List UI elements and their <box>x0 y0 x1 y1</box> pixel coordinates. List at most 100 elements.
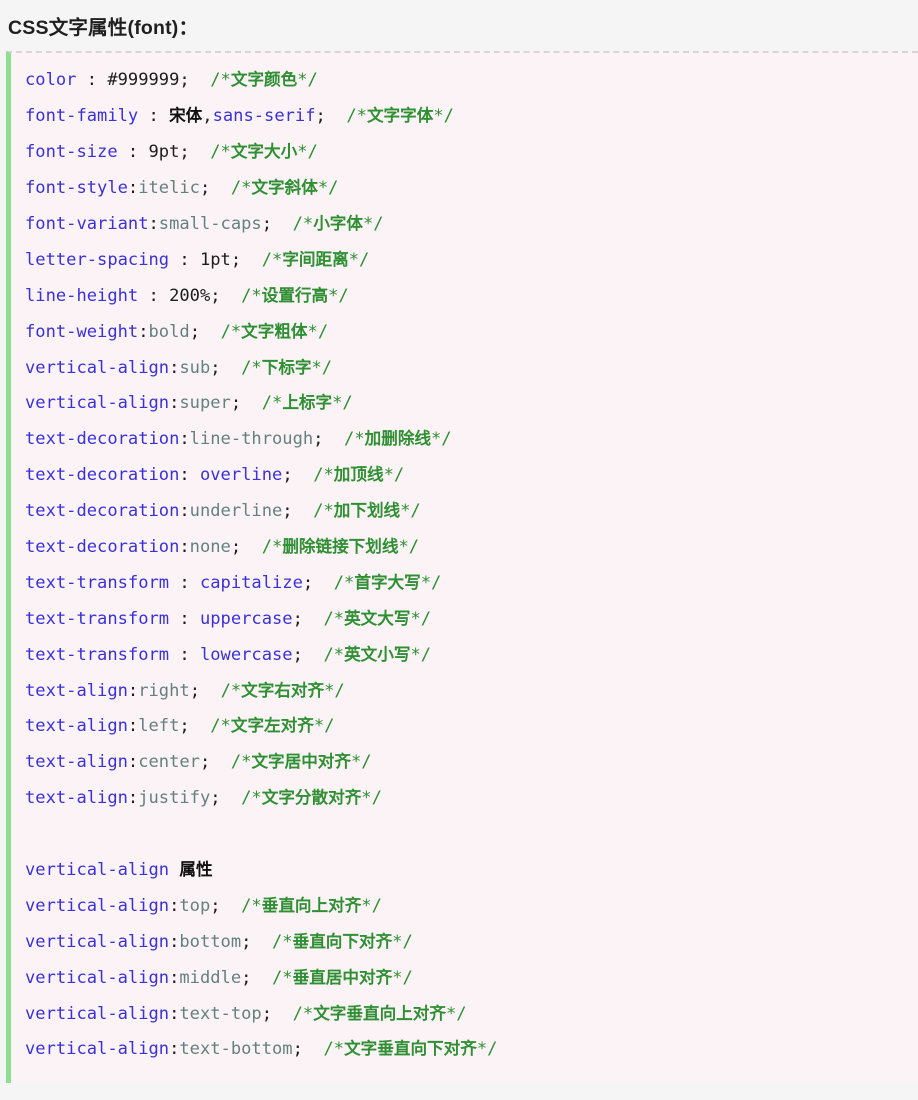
code-line: font-style:itelic; /*文字斜体*/ <box>25 170 918 206</box>
css-terminator: ; <box>241 931 252 952</box>
css-value: overline <box>199 465 283 486</box>
css-separator: : <box>117 142 149 163</box>
css-terminator: ; <box>179 142 190 163</box>
css-comment: /*英文大写*/ <box>302 608 432 629</box>
css-value: bold <box>148 321 190 342</box>
css-property: vertical-align <box>25 393 170 414</box>
css-separator <box>169 860 179 880</box>
css-value: uppercase <box>199 608 293 629</box>
css-terminator: ; <box>230 393 242 414</box>
css-separator: : <box>138 106 170 127</box>
section-heading-cjk: 属性 <box>179 859 213 879</box>
css-value: 1pt <box>199 249 231 270</box>
css-separator: : <box>138 285 170 306</box>
css-terminator: ; <box>261 213 273 234</box>
css-comment: /*上标字*/ <box>241 393 353 414</box>
code-line: text-transform : uppercase; /*英文大写*/ <box>25 601 918 637</box>
code-line: vertical-align:bottom; /*垂直向下对齐*/ <box>25 924 918 960</box>
css-property: font-size <box>25 142 118 163</box>
css-comment: /*文字垂直向上对齐*/ <box>272 1003 467 1024</box>
css-property: text-decoration <box>25 501 180 522</box>
css-terminator: ; <box>179 716 190 737</box>
css-property: vertical-align <box>25 859 170 880</box>
css-terminator: ; <box>315 106 326 127</box>
css-terminator: ; <box>179 70 190 91</box>
css-property: text-align <box>25 680 128 701</box>
css-separator: : <box>169 895 180 916</box>
css-terminator: ; <box>189 321 200 342</box>
css-comment: /*英文小写*/ <box>302 644 432 665</box>
css-value: sub <box>179 357 211 378</box>
page-root: CSS文字属性(font)： color : #999999; /*文字颜色*/… <box>0 0 918 1100</box>
css-value: #999999 <box>107 70 180 91</box>
code-line: vertical-align 属性 <box>25 852 918 888</box>
css-separator: : <box>169 1039 180 1060</box>
code-line: text-align:right; /*文字右对齐*/ <box>25 673 918 709</box>
css-separator: : <box>169 644 200 665</box>
css-property: vertical-align <box>25 967 170 988</box>
css-terminator: ; <box>292 1039 303 1060</box>
css-value: capitalize <box>199 572 303 593</box>
page-title: CSS文字属性(font)： <box>8 17 199 39</box>
css-property: text-align <box>25 788 128 809</box>
code-line: text-transform : lowercase; /*英文小写*/ <box>25 637 918 673</box>
css-comment: /*文字分散对齐*/ <box>220 788 382 809</box>
css-property: letter-spacing <box>25 249 170 270</box>
css-separator: : <box>169 393 180 414</box>
css-value: text-top <box>179 1003 262 1024</box>
css-value: none <box>189 536 231 557</box>
code-line: text-decoration:line-through; /*加删除线*/ <box>25 421 918 457</box>
css-property: line-height <box>25 285 139 306</box>
css-terminator: ; <box>241 967 252 988</box>
css-terminator: ; <box>292 608 303 629</box>
code-line: text-decoration: overline; /*加顶线*/ <box>25 457 918 493</box>
css-terminator: ; <box>282 501 293 522</box>
code-line: color : #999999; /*文字颜色*/ <box>25 62 918 98</box>
css-comment: /*文字粗体*/ <box>199 321 329 342</box>
css-value: super <box>179 393 231 414</box>
css-comment: /*字间距离*/ <box>241 249 370 270</box>
css-value: bottom <box>179 931 242 952</box>
css-property: text-decoration <box>25 465 180 486</box>
css-value: center <box>138 752 200 773</box>
css-comment: /*下标字*/ <box>220 357 333 378</box>
code-line: text-transform : capitalize; /*首字大写*/ <box>25 565 918 601</box>
css-property: vertical-align <box>25 1003 170 1024</box>
css-property: color <box>25 70 77 91</box>
css-separator: : <box>127 716 139 737</box>
code-line: vertical-align:text-bottom; /*文字垂直向下对齐*/ <box>25 1031 918 1067</box>
css-terminator: ; <box>210 357 221 378</box>
css-comment: /*文字大小*/ <box>189 142 318 163</box>
css-property: text-decoration <box>25 429 180 450</box>
css-terminator: ; <box>210 895 221 916</box>
css-terminator: ; <box>210 285 221 306</box>
css-terminator: ; <box>230 536 242 557</box>
code-line: vertical-align:top; /*垂直向上对齐*/ <box>25 888 918 924</box>
css-separator: : <box>169 608 200 629</box>
code-line: text-decoration:underline; /*加下划线*/ <box>25 493 918 529</box>
css-terminator: ; <box>261 1003 273 1024</box>
css-terminator: ; <box>210 788 221 809</box>
css-comment: /*文字右对齐*/ <box>199 680 345 701</box>
css-comment: /*首字大写*/ <box>313 572 442 593</box>
css-separator: : <box>169 572 200 593</box>
css-value: middle <box>179 967 242 988</box>
css-property: text-transform <box>25 608 170 629</box>
css-separator: : <box>179 501 190 522</box>
css-separator: : <box>138 321 149 342</box>
css-separator: : <box>127 788 139 809</box>
css-comment: /*垂直向下对齐*/ <box>251 931 413 952</box>
css-property: vertical-align <box>25 931 170 952</box>
css-property: font-weight <box>25 321 139 342</box>
code-line: vertical-align:text-top; /*文字垂直向上对齐*/ <box>25 996 918 1032</box>
css-property: font-variant <box>25 213 149 234</box>
css-value: left <box>138 716 180 737</box>
css-terminator: ; <box>230 249 242 270</box>
code-line: font-family : 宋体,sans-serif; /*文字字体*/ <box>25 98 918 134</box>
code-line: font-variant:small-caps; /*小字体*/ <box>25 206 918 242</box>
css-property: vertical-align <box>25 357 170 378</box>
css-comment: /*文字颜色*/ <box>189 70 318 91</box>
css-separator: : <box>169 357 180 378</box>
css-value: lowercase <box>199 644 293 665</box>
